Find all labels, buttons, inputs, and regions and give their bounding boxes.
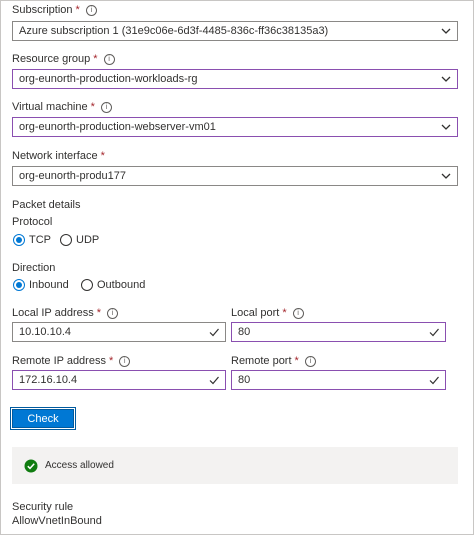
local-ip-label: Local IP address * i xyxy=(12,307,119,319)
info-icon[interactable]: i xyxy=(292,307,304,319)
protocol-tcp-radio[interactable]: TCP xyxy=(13,234,51,246)
direction-outbound-radio[interactable]: Outbound xyxy=(81,279,145,291)
info-icon[interactable]: i xyxy=(100,101,112,113)
security-rule-value: AllowVnetInBound xyxy=(12,515,102,527)
info-icon[interactable]: i xyxy=(85,4,97,16)
security-rule-label: Security rule xyxy=(12,501,74,513)
direction-inbound-radio[interactable]: Inbound xyxy=(13,279,69,291)
local-ip-input[interactable]: 10.10.10.4 xyxy=(12,322,226,342)
info-icon[interactable]: i xyxy=(304,355,316,367)
chevron-down-icon xyxy=(441,124,451,130)
remote-ip-label: Remote IP address * i xyxy=(12,355,131,367)
local-port-label: Local port * i xyxy=(231,307,304,319)
direction-label: Direction xyxy=(12,262,56,274)
protocol-udp-radio[interactable]: UDP xyxy=(60,234,99,246)
chevron-down-icon xyxy=(441,173,451,179)
info-icon[interactable]: i xyxy=(107,307,119,319)
packet-details-heading: Packet details xyxy=(12,199,81,211)
success-check-icon xyxy=(24,459,38,472)
result-status: Access allowed xyxy=(45,460,114,471)
subscription-label: Subscription * i xyxy=(12,4,97,16)
subscription-dropdown[interactable]: Azure subscription 1 (31e9c06e-6d3f-4485… xyxy=(12,21,458,41)
network-interface-dropdown[interactable]: org-eunorth-produ177 xyxy=(12,166,458,186)
checkmark-icon xyxy=(429,376,439,385)
chevron-down-icon xyxy=(441,76,451,82)
remote-port-input[interactable]: 80 xyxy=(231,370,446,390)
virtual-machine-dropdown[interactable]: org-eunorth-production-webserver-vm01 xyxy=(12,117,458,137)
checkmark-icon xyxy=(429,328,439,337)
local-port-input[interactable]: 80 xyxy=(231,322,446,342)
resource-group-dropdown[interactable]: org-eunorth-production-workloads-rg xyxy=(12,69,458,89)
remote-ip-input[interactable]: 172.16.10.4 xyxy=(12,370,226,390)
info-icon[interactable]: i xyxy=(103,53,115,65)
remote-port-label: Remote port * i xyxy=(231,355,316,367)
checkmark-icon xyxy=(209,328,219,337)
check-button[interactable]: Check xyxy=(10,407,76,430)
virtual-machine-label: Virtual machine * i xyxy=(12,101,112,113)
resource-group-label: Resource group * i xyxy=(12,53,115,65)
network-interface-label: Network interface * xyxy=(12,150,105,162)
protocol-label: Protocol xyxy=(12,216,53,228)
checkmark-icon xyxy=(209,376,219,385)
result-banner: Access allowed xyxy=(12,447,458,484)
info-icon[interactable]: i xyxy=(119,355,131,367)
chevron-down-icon xyxy=(441,28,451,34)
